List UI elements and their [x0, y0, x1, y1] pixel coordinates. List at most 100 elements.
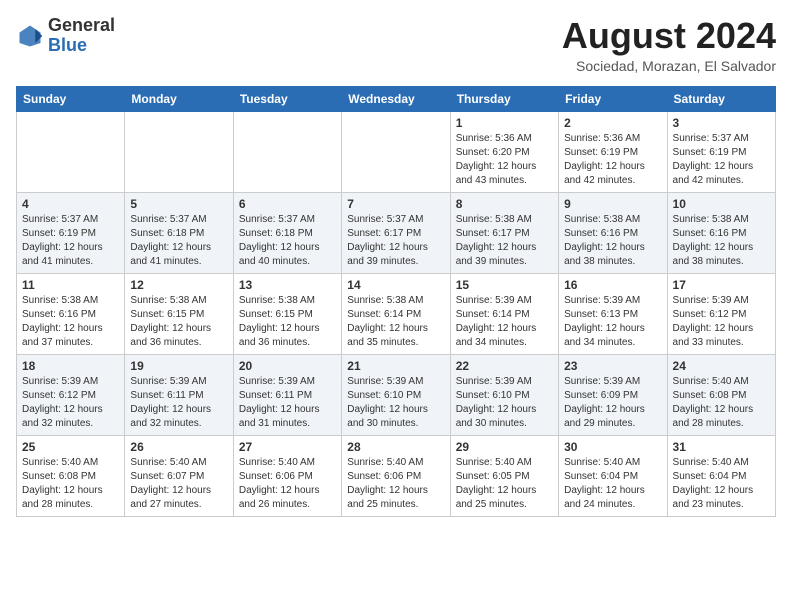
day-info: Sunrise: 5:39 AM Sunset: 6:09 PM Dayligh…	[564, 375, 661, 431]
calendar-cell: 22Sunrise: 5:39 AM Sunset: 6:10 PM Dayli…	[450, 354, 558, 435]
day-info: Sunrise: 5:40 AM Sunset: 6:06 PM Dayligh…	[239, 456, 336, 512]
calendar-cell: 26 Sunrise: 5:40 AM Sunset: 6:07 PM Dayli…	[125, 435, 233, 516]
day-number: 18	[22, 359, 119, 373]
day-info: Sunrise: 5:39 AM Sunset: 6:11 PM Dayligh…	[130, 375, 227, 431]
day-number: 29	[456, 440, 553, 454]
weekday-header-wednesday: Wednesday	[342, 86, 450, 111]
calendar-cell: 2 Sunrise: 5:36 AM Sunset: 6:19 PM Daylig…	[559, 111, 667, 192]
calendar-cell: 27 Sunrise: 5:40 AM Sunset: 6:06 PM Dayli…	[233, 435, 341, 516]
day-number: 16	[564, 278, 661, 292]
calendar-cell	[125, 111, 233, 192]
day-info: Sunrise: 5:39 AM Sunset: 6:12 PM Dayligh…	[22, 375, 119, 431]
day-info: Sunrise: 5:38 AM Sunset: 6:15 PM Dayligh…	[239, 294, 336, 350]
calendar-cell: 6Sunrise: 5:37 AM Sunset: 6:18 PM Daylig…	[233, 192, 341, 273]
calendar-cell: 10 Sunrise: 5:38 AM Sunset: 6:16 PM Dayli…	[667, 192, 775, 273]
calendar-cell: 1Sunrise: 5:36 AM Sunset: 6:20 PM Daylig…	[450, 111, 558, 192]
page-header: General Blue August 2024 Sociedad, Moraz…	[16, 16, 776, 74]
day-info: Sunrise: 5:39 AM Sunset: 6:10 PM Dayligh…	[456, 375, 553, 431]
day-number: 12	[130, 278, 227, 292]
calendar-week-2: 4Sunrise: 5:37 AM Sunset: 6:19 PM Daylig…	[17, 192, 776, 273]
calendar-cell: 25 Sunrise: 5:40 AM Sunset: 6:08 PM Dayli…	[17, 435, 125, 516]
day-number: 26	[130, 440, 227, 454]
calendar-table: SundayMondayTuesdayWednesdayThursdayFrid…	[16, 86, 776, 517]
calendar-cell: 5Sunrise: 5:37 AM Sunset: 6:18 PM Daylig…	[125, 192, 233, 273]
day-number: 14	[347, 278, 444, 292]
day-number: 7	[347, 197, 444, 211]
logo-text: General Blue	[48, 16, 115, 56]
day-info: Sunrise: 5:38 AM Sunset: 6:16 PM Dayligh…	[22, 294, 119, 350]
calendar-cell	[233, 111, 341, 192]
weekday-header-thursday: Thursday	[450, 86, 558, 111]
logo: General Blue	[16, 16, 115, 56]
location: Sociedad, Morazan, El Salvador	[562, 58, 776, 74]
day-number: 21	[347, 359, 444, 373]
day-number: 2	[564, 116, 661, 130]
day-info: Sunrise: 5:39 AM Sunset: 6:11 PM Dayligh…	[239, 375, 336, 431]
day-info: Sunrise: 5:40 AM Sunset: 6:07 PM Dayligh…	[130, 456, 227, 512]
calendar-cell: 13 Sunrise: 5:38 AM Sunset: 6:15 PM Dayli…	[233, 273, 341, 354]
weekday-header-sunday: Sunday	[17, 86, 125, 111]
calendar-cell: 18 Sunrise: 5:39 AM Sunset: 6:12 PM Dayli…	[17, 354, 125, 435]
day-info: Sunrise: 5:40 AM Sunset: 6:08 PM Dayligh…	[673, 375, 770, 431]
logo-icon	[16, 22, 44, 50]
month-year: August 2024	[562, 16, 776, 56]
calendar-cell: 31 Sunrise: 5:40 AM Sunset: 6:04 PM Dayli…	[667, 435, 775, 516]
day-number: 30	[564, 440, 661, 454]
calendar-week-1: 1Sunrise: 5:36 AM Sunset: 6:20 PM Daylig…	[17, 111, 776, 192]
calendar-cell: 17Sunrise: 5:39 AM Sunset: 6:12 PM Dayli…	[667, 273, 775, 354]
day-number: 13	[239, 278, 336, 292]
calendar-cell	[342, 111, 450, 192]
calendar-cell: 11 Sunrise: 5:38 AM Sunset: 6:16 PM Dayli…	[17, 273, 125, 354]
calendar-cell: 15Sunrise: 5:39 AM Sunset: 6:14 PM Dayli…	[450, 273, 558, 354]
calendar-cell: 4Sunrise: 5:37 AM Sunset: 6:19 PM Daylig…	[17, 192, 125, 273]
day-info: Sunrise: 5:37 AM Sunset: 6:19 PM Dayligh…	[22, 213, 119, 269]
day-info: Sunrise: 5:37 AM Sunset: 6:19 PM Dayligh…	[673, 132, 770, 188]
day-info: Sunrise: 5:40 AM Sunset: 6:08 PM Dayligh…	[22, 456, 119, 512]
day-info: Sunrise: 5:39 AM Sunset: 6:14 PM Dayligh…	[456, 294, 553, 350]
calendar-cell: 14 Sunrise: 5:38 AM Sunset: 6:14 PM Dayli…	[342, 273, 450, 354]
day-info: Sunrise: 5:38 AM Sunset: 6:14 PM Dayligh…	[347, 294, 444, 350]
day-number: 20	[239, 359, 336, 373]
day-info: Sunrise: 5:38 AM Sunset: 6:17 PM Dayligh…	[456, 213, 553, 269]
day-info: Sunrise: 5:38 AM Sunset: 6:16 PM Dayligh…	[673, 213, 770, 269]
calendar-cell: 24 Sunrise: 5:40 AM Sunset: 6:08 PM Dayli…	[667, 354, 775, 435]
day-info: Sunrise: 5:37 AM Sunset: 6:17 PM Dayligh…	[347, 213, 444, 269]
calendar-cell: 30Sunrise: 5:40 AM Sunset: 6:04 PM Dayli…	[559, 435, 667, 516]
weekday-header-friday: Friday	[559, 86, 667, 111]
day-number: 10	[673, 197, 770, 211]
calendar-cell: 7 Sunrise: 5:37 AM Sunset: 6:17 PM Daylig…	[342, 192, 450, 273]
day-number: 3	[673, 116, 770, 130]
calendar-cell: 28Sunrise: 5:40 AM Sunset: 6:06 PM Dayli…	[342, 435, 450, 516]
day-number: 6	[239, 197, 336, 211]
calendar-cell: 12 Sunrise: 5:38 AM Sunset: 6:15 PM Dayli…	[125, 273, 233, 354]
day-info: Sunrise: 5:36 AM Sunset: 6:19 PM Dayligh…	[564, 132, 661, 188]
day-number: 5	[130, 197, 227, 211]
calendar-cell: 29Sunrise: 5:40 AM Sunset: 6:05 PM Dayli…	[450, 435, 558, 516]
day-number: 31	[673, 440, 770, 454]
calendar-header-row: SundayMondayTuesdayWednesdayThursdayFrid…	[17, 86, 776, 111]
day-info: Sunrise: 5:40 AM Sunset: 6:04 PM Dayligh…	[673, 456, 770, 512]
day-number: 23	[564, 359, 661, 373]
title-section: August 2024 Sociedad, Morazan, El Salvad…	[562, 16, 776, 74]
day-number: 19	[130, 359, 227, 373]
calendar-week-5: 25 Sunrise: 5:40 AM Sunset: 6:08 PM Dayli…	[17, 435, 776, 516]
calendar-cell: 9Sunrise: 5:38 AM Sunset: 6:16 PM Daylig…	[559, 192, 667, 273]
day-number: 9	[564, 197, 661, 211]
day-number: 25	[22, 440, 119, 454]
calendar-cell: 20 Sunrise: 5:39 AM Sunset: 6:11 PM Dayli…	[233, 354, 341, 435]
calendar-week-4: 18 Sunrise: 5:39 AM Sunset: 6:12 PM Dayli…	[17, 354, 776, 435]
day-info: Sunrise: 5:36 AM Sunset: 6:20 PM Dayligh…	[456, 132, 553, 188]
day-number: 24	[673, 359, 770, 373]
weekday-header-saturday: Saturday	[667, 86, 775, 111]
day-info: Sunrise: 5:38 AM Sunset: 6:15 PM Dayligh…	[130, 294, 227, 350]
weekday-header-monday: Monday	[125, 86, 233, 111]
weekday-header-tuesday: Tuesday	[233, 86, 341, 111]
calendar-cell: 23 Sunrise: 5:39 AM Sunset: 6:09 PM Dayli…	[559, 354, 667, 435]
day-number: 8	[456, 197, 553, 211]
calendar-cell: 16Sunrise: 5:39 AM Sunset: 6:13 PM Dayli…	[559, 273, 667, 354]
day-number: 11	[22, 278, 119, 292]
day-number: 27	[239, 440, 336, 454]
day-info: Sunrise: 5:40 AM Sunset: 6:06 PM Dayligh…	[347, 456, 444, 512]
calendar-cell: 19 Sunrise: 5:39 AM Sunset: 6:11 PM Dayli…	[125, 354, 233, 435]
day-info: Sunrise: 5:39 AM Sunset: 6:10 PM Dayligh…	[347, 375, 444, 431]
